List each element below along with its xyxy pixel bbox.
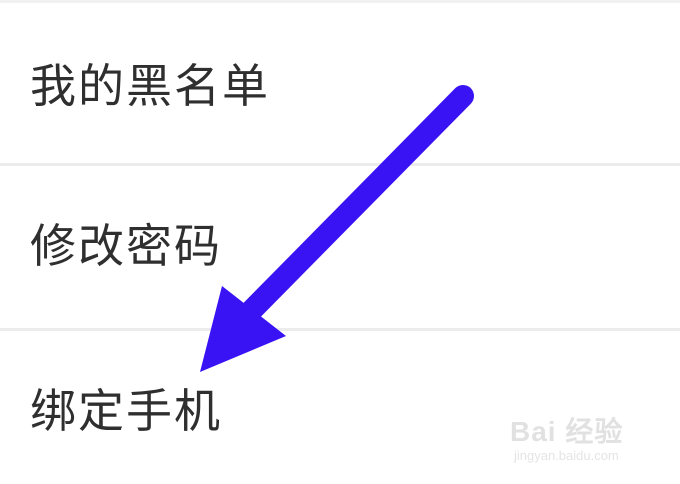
watermark-url: jingyan.baidu.com	[514, 448, 619, 463]
menu-item-blacklist[interactable]: 我的黑名单	[0, 3, 680, 163]
watermark-logo: Bai 经验	[510, 416, 624, 447]
settings-page: 我的黑名单 修改密码 绑定手机 Bai 经验 jingyan.baidu.com	[0, 0, 680, 484]
menu-item-label: 绑定手机	[30, 384, 222, 438]
menu-item-label: 我的黑名单	[30, 59, 270, 113]
watermark: Bai 经验 jingyan.baidu.com	[510, 410, 650, 470]
menu-item-change-password[interactable]: 修改密码	[0, 166, 680, 326]
menu-item-label: 修改密码	[30, 219, 222, 273]
